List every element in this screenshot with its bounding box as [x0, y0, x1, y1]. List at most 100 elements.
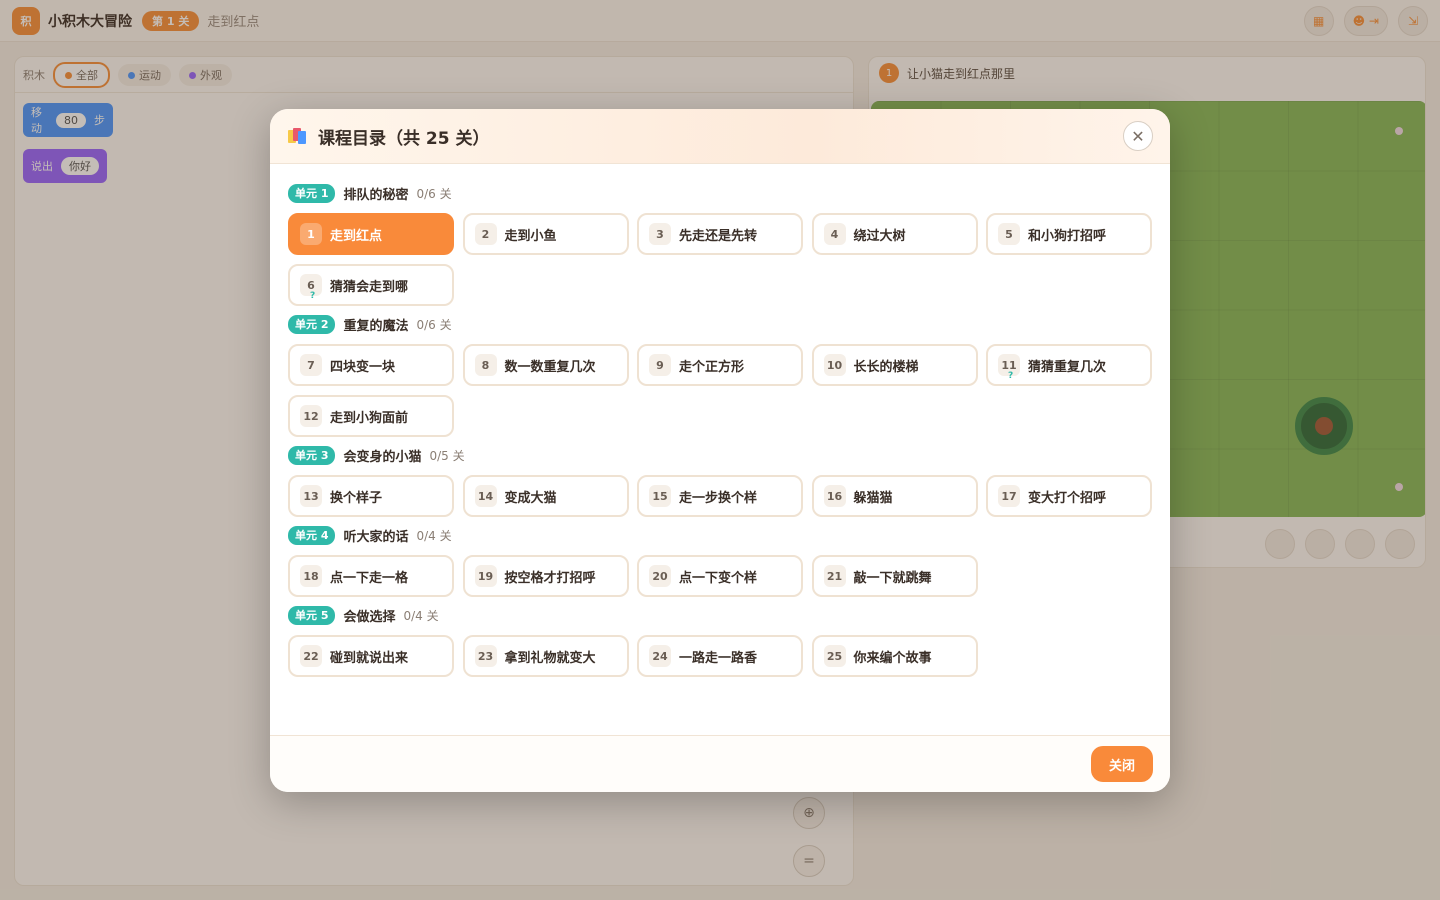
lesson-number: 19	[474, 565, 497, 587]
unit-section: 单元 4 听大家的话 0/4 关 18 点一下走一格 19 按空格才打招呼 20 点一下变个样 2…	[288, 525, 1152, 597]
lesson-card[interactable]: 17 变大打个招呼	[986, 475, 1152, 517]
lesson-name: 走到小狗面前	[330, 410, 409, 426]
lesson-name: 按空格才打招呼	[504, 570, 596, 586]
lesson-name: 敲一下就跳舞	[853, 570, 932, 586]
lesson-card[interactable]: 5 和小狗打招呼	[986, 213, 1152, 255]
lesson-name: 和小狗打招呼	[1028, 228, 1107, 244]
dialog-title: 课程目录（共 25 关）	[318, 128, 490, 149]
unit-section: 单元 2 重复的魔法 0/6 关 7 四块变一块 8 数一数重复几次 9 走个正方形 10 长长的楼…	[288, 314, 1152, 437]
lesson-number: 14	[474, 485, 497, 507]
lesson-card[interactable]: 23 拿到礼物就变大	[462, 635, 629, 677]
lesson-name: 走个正方形	[679, 359, 745, 375]
unit-progress: 0/5 关	[429, 448, 465, 463]
dialog-header: 课程目录（共 25 关） ✕	[270, 109, 1170, 164]
lesson-number: 3	[649, 223, 671, 245]
lesson-card[interactable]: 19 按空格才打招呼	[462, 555, 629, 597]
unit-progress: 0/6 关	[416, 186, 452, 201]
lesson-number: 5	[998, 223, 1020, 245]
lesson-name: 长长的楼梯	[853, 359, 919, 375]
lesson-number: 15	[649, 485, 671, 507]
lesson-name: 走一步换个样	[679, 490, 758, 506]
lesson-name: 点一下变个样	[679, 570, 758, 586]
lesson-name: 变大打个招呼	[1028, 490, 1107, 506]
unit-tag: 单元 2	[288, 314, 336, 334]
lesson-card[interactable]: 20 点一下变个样	[637, 555, 803, 597]
lesson-name: 点一下走一格	[330, 570, 409, 586]
unit-header: 单元 1 排队的秘密 0/6 关	[288, 183, 1152, 203]
close-icon[interactable]: ✕	[1123, 121, 1153, 151]
lesson-number: 21	[823, 565, 846, 587]
lesson-card[interactable]: 25 你来编个故事	[811, 635, 978, 677]
lesson-number: 4	[823, 223, 846, 245]
lesson-card[interactable]: 7 四块变一块	[288, 344, 454, 386]
lesson-number: 8	[474, 354, 497, 376]
unit-list: 单元 1 排队的秘密 0/6 关 1 走到红点 2 走到小鱼 3 先走还是先转 4 绕过大树 5 和小狗…	[270, 165, 1170, 735]
unit-tag: 单元 4	[288, 525, 336, 545]
lesson-name: 一路走一路香	[679, 650, 758, 666]
unit-progress: 0/4 关	[416, 528, 452, 543]
lesson-name: 走到红点	[330, 228, 383, 244]
lesson-name: 猜猜会走到哪	[330, 279, 409, 295]
unit-name: 会变身的小猫	[343, 449, 422, 465]
lesson-card[interactable]: 4 绕过大树	[811, 213, 978, 255]
unit-tag: 单元 1	[288, 183, 336, 203]
lesson-number: 20	[649, 565, 671, 587]
unit-progress: 0/4 关	[403, 608, 439, 623]
lesson-card[interactable]: 9 走个正方形	[637, 344, 803, 386]
lesson-number: 24	[649, 645, 671, 667]
lesson-number: 2	[474, 223, 497, 245]
lesson-card[interactable]: 6 猜猜会走到哪?	[288, 264, 454, 306]
lesson-card[interactable]: 2 走到小鱼	[462, 213, 629, 255]
close-button[interactable]: 关闭	[1091, 746, 1153, 782]
unit-header: 单元 5 会做选择 0/4 关	[288, 605, 1152, 625]
lesson-name: 换个样子	[330, 490, 383, 506]
lesson-card[interactable]: 1 走到红点	[288, 213, 454, 255]
lesson-card[interactable]: 14 变成大猫	[462, 475, 629, 517]
lesson-card[interactable]: 15 走一步换个样	[637, 475, 803, 517]
quiz-icon: ?	[1008, 371, 1014, 381]
lesson-name: 走到小鱼	[504, 228, 557, 244]
lesson-number: 16	[823, 485, 846, 507]
lesson-card[interactable]: 12 走到小狗面前	[288, 395, 454, 437]
lesson-number: 25	[823, 645, 846, 667]
lesson-card[interactable]: 24 一路走一路香	[637, 635, 803, 677]
lesson-number: 7	[300, 354, 322, 376]
lesson-grid: 18 点一下走一格 19 按空格才打招呼 20 点一下变个样 21 敲一下就跳舞	[288, 555, 1152, 597]
lesson-number: 1	[300, 223, 322, 245]
lesson-card[interactable]: 22 碰到就说出来	[288, 635, 454, 677]
lesson-card[interactable]: 8 数一数重复几次	[462, 344, 629, 386]
lesson-number: 9	[649, 354, 671, 376]
unit-name: 会做选择	[343, 609, 396, 625]
lesson-card[interactable]: 11 猜猜重复几次?	[986, 344, 1152, 386]
unit-tag: 单元 5	[288, 605, 336, 625]
lesson-name: 四块变一块	[330, 359, 396, 375]
lesson-card[interactable]: 10 长长的楼梯	[811, 344, 978, 386]
unit-header: 单元 4 听大家的话 0/4 关	[288, 525, 1152, 545]
lesson-card[interactable]: 18 点一下走一格	[288, 555, 454, 597]
lesson-number: 22	[300, 645, 322, 667]
lesson-number: 13	[300, 485, 322, 507]
lesson-name: 数一数重复几次	[504, 359, 596, 375]
unit-section: 单元 3 会变身的小猫 0/5 关 13 换个样子 14 变成大猫 15 走一步换个样 16 躲猫猫…	[288, 445, 1152, 517]
lesson-card[interactable]: 21 敲一下就跳舞	[811, 555, 978, 597]
lesson-card[interactable]: 13 换个样子	[288, 475, 454, 517]
lesson-grid: 7 四块变一块 8 数一数重复几次 9 走个正方形 10 长长的楼梯 11 猜猜重复几次? 12 走到…	[288, 344, 1152, 437]
lesson-number: 18	[300, 565, 322, 587]
unit-section: 单元 5 会做选择 0/4 关 22 碰到就说出来 23 拿到礼物就变大 24 一路走一路香 25…	[288, 605, 1152, 677]
lesson-name: 拿到礼物就变大	[504, 650, 596, 666]
lesson-number: 10	[823, 354, 846, 376]
unit-header: 单元 2 重复的魔法 0/6 关	[288, 314, 1152, 334]
books-icon	[288, 128, 306, 144]
unit-name: 重复的魔法	[343, 318, 409, 334]
lesson-number: 12	[300, 405, 322, 427]
unit-name: 排队的秘密	[343, 187, 409, 203]
quiz-icon: ?	[310, 291, 316, 301]
lesson-grid: 1 走到红点 2 走到小鱼 3 先走还是先转 4 绕过大树 5 和小狗打招呼 6 猜猜会走到哪?	[288, 213, 1152, 306]
lesson-card[interactable]: 3 先走还是先转	[637, 213, 803, 255]
lesson-card[interactable]: 16 躲猫猫	[811, 475, 978, 517]
lesson-grid: 22 碰到就说出来 23 拿到礼物就变大 24 一路走一路香 25 你来编个故事	[288, 635, 1152, 677]
lesson-name: 躲猫猫	[853, 490, 893, 506]
lesson-name: 猜猜重复几次	[1028, 359, 1107, 375]
unit-name: 听大家的话	[343, 529, 409, 545]
course-catalog-dialog: 课程目录（共 25 关） ✕ 单元 1 排队的秘密 0/6 关 1 走到红点 2 走到小鱼 3…	[270, 109, 1170, 792]
